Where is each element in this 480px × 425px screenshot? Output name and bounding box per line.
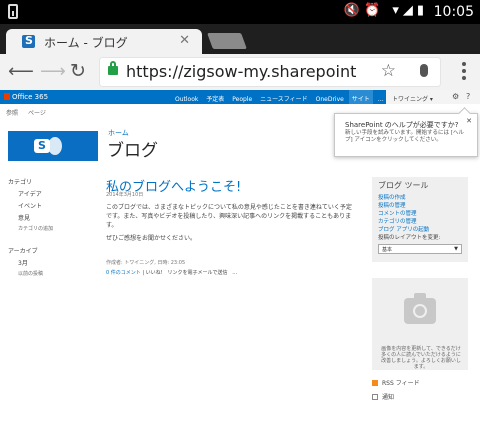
blog-tools-heading: ブログ ツール: [378, 181, 429, 190]
page-title: ブログ: [107, 141, 158, 161]
address-bar[interactable]: https://zigsow-my.sharepoint.com/per ☆: [100, 58, 440, 86]
notify-link[interactable]: 通知: [372, 392, 394, 401]
photo-placeholder[interactable]: 画像を内容を更新して、できるだけ多くの人に読んでいただけるように改善しましょう。…: [372, 278, 468, 370]
new-tab-button[interactable]: [207, 33, 247, 49]
post-actions: 0 件のコメント | いいね! リンクを電子メールで送信 …: [106, 269, 237, 276]
layout-label: 投稿のレイアウトを変更:: [378, 235, 441, 241]
office365-suite-bar: Office 365 Outlook 予定表 People ニュースフィード O…: [0, 90, 480, 104]
camera-icon: [404, 293, 436, 324]
notification-icon: [372, 394, 378, 400]
photo-caption: 画像を内容を更新して、できるだけ多くの人に読んでいただけるように改善しましょう。…: [381, 346, 461, 370]
close-icon[interactable]: ✕: [466, 117, 472, 125]
suite-nav-people[interactable]: People: [229, 92, 255, 106]
archive-heading[interactable]: アーカイブ: [8, 246, 98, 255]
office365-logo[interactable]: Office 365: [4, 93, 48, 101]
manage-categories-link[interactable]: カテゴリの管理: [378, 218, 462, 226]
gear-icon[interactable]: ⚙: [452, 92, 459, 101]
add-category-link[interactable]: カテゴリの追加: [8, 225, 98, 232]
category-item[interactable]: 意見: [8, 213, 98, 222]
email-link[interactable]: リンクを電子メールで送信: [167, 270, 227, 276]
help-icon[interactable]: ?: [466, 92, 470, 101]
close-tab-icon[interactable]: ✕: [179, 33, 190, 48]
archive-item[interactable]: 3月: [8, 258, 98, 267]
comments-link[interactable]: 0 件のコメント: [106, 270, 141, 276]
create-post-link[interactable]: 投稿の作成: [378, 194, 462, 202]
suite-nav: Outlook 予定表 People ニュースフィード OneDrive サイト…: [172, 90, 387, 104]
user-menu[interactable]: トワイニング ▾: [392, 94, 433, 103]
sharepoint-logo-shape: [48, 137, 62, 155]
post-paragraph: ぜひご感想をお聞かせください。: [106, 235, 197, 242]
tab-strip: ホーム - ブログ ✕: [0, 24, 480, 54]
tab-title: ホーム - ブログ: [44, 36, 128, 50]
post-date: 2014年3月10日: [106, 192, 144, 198]
notify-label: 通知: [382, 394, 395, 401]
browser-tab[interactable]: ホーム - ブログ ✕: [6, 29, 202, 54]
microphone-icon[interactable]: [420, 64, 428, 77]
suite-nav-onedrive[interactable]: OneDrive: [313, 92, 347, 106]
rss-icon: [372, 380, 378, 386]
post-paragraph: このブログでは、さまざまなトピックについて私の意見や感じたことを書き連ねていく予…: [106, 204, 352, 229]
battery-saver-icon: [8, 4, 18, 19]
suite-nav-calendar[interactable]: 予定表: [203, 90, 227, 104]
office-logo-icon: [4, 93, 10, 100]
layout-select[interactable]: 基本 ▼: [378, 244, 462, 254]
suite-nav-sites[interactable]: サイト: [348, 90, 373, 104]
post-body: このブログでは、さまざまなトピックについて私の意見や感じたことを書き連ねていく予…: [106, 203, 356, 247]
rss-feed-link[interactable]: RSS フィード: [372, 378, 420, 387]
categories-heading[interactable]: カテゴリ: [8, 177, 98, 186]
post-more-button[interactable]: …: [232, 270, 237, 276]
layout-select-value: 基本: [382, 247, 393, 253]
post-author-meta: 作成者: トワイニング, 日時: 23:05: [106, 260, 186, 266]
reload-icon[interactable]: ↻: [70, 60, 86, 82]
help-callout-body: 新しい手段を試みています。開始するには [ヘルプ] アイコンをクリックしてくださ…: [345, 130, 464, 143]
clock: 10:05: [433, 4, 474, 20]
category-item[interactable]: イベント: [8, 201, 98, 210]
help-callout-title: SharePoint のヘルプが必要ですか?: [345, 121, 459, 129]
status-icons: 🔇⏰ ▾◢▮: [343, 3, 428, 18]
left-nav: カテゴリ アイデア イベント 意見 カテゴリの追加 アーカイブ 3月 以前の投稿: [8, 175, 98, 277]
browser-toolbar: ⟵ ⟶ ↻ https://zigsow-my.sharepoint.com/p…: [0, 54, 480, 90]
ribbon-tab-page[interactable]: ページ: [28, 110, 46, 117]
suite-nav-newsfeed[interactable]: ニュースフィード: [257, 90, 311, 104]
bookmark-star-icon[interactable]: ☆: [381, 61, 396, 81]
manage-posts-link[interactable]: 投稿の管理: [378, 202, 462, 210]
suite-bar-user-area: トワイニング ▾ ⚙ ?: [386, 90, 480, 104]
overflow-menu-icon[interactable]: [462, 62, 466, 82]
sharepoint-favicon-icon: [22, 34, 35, 48]
back-arrow-icon[interactable]: ⟵: [8, 61, 34, 82]
category-item[interactable]: アイデア: [8, 189, 98, 198]
ribbon-tab-browse[interactable]: 参照: [6, 110, 18, 117]
suite-nav-more[interactable]: …: [375, 92, 387, 106]
site-logo[interactable]: [8, 131, 98, 161]
chevron-down-icon: ▼: [454, 246, 458, 252]
office365-brand: Office 365: [12, 93, 49, 101]
suite-nav-outlook[interactable]: Outlook: [172, 92, 201, 106]
lock-icon: [108, 61, 118, 75]
older-posts-link[interactable]: 以前の投稿: [8, 270, 98, 277]
url-text[interactable]: https://zigsow-my.sharepoint.com/per: [126, 62, 358, 81]
blog-tools-panel: ブログ ツール 投稿の作成 投稿の管理 コメントの管理 カテゴリの管理 ブログ …: [372, 177, 468, 262]
help-callout: SharePoint のヘルプが必要ですか? 新しい手段を試みています。開始する…: [334, 113, 478, 157]
status-bar: 🔇⏰ ▾◢▮ 10:05: [0, 0, 480, 24]
manage-comments-link[interactable]: コメントの管理: [378, 210, 462, 218]
forward-arrow-icon[interactable]: ⟶: [40, 61, 66, 82]
like-link[interactable]: いいね!: [146, 270, 163, 276]
ribbon-tabs: 参照 ページ: [6, 108, 54, 117]
rss-label: RSS フィード: [382, 380, 420, 387]
launch-blog-app-link[interactable]: ブログ アプリの起動: [378, 226, 462, 234]
